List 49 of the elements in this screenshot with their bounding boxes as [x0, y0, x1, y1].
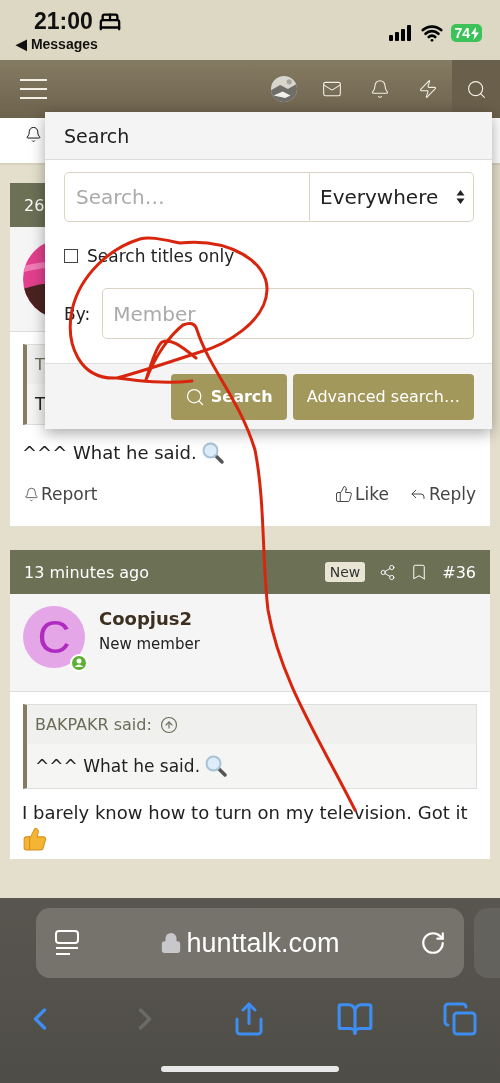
action-link[interactable]: Report: [24, 484, 98, 504]
user-title: New member: [99, 635, 200, 653]
quote-author: T: [35, 355, 45, 374]
thumbs-up-icon: [22, 826, 48, 852]
action-link[interactable]: Reply: [408, 484, 476, 504]
sort-caret-icon: [456, 189, 465, 205]
bell-icon: [24, 486, 39, 502]
post-number[interactable]: #36: [442, 562, 476, 582]
post-time: 26: [24, 195, 45, 215]
thumbs-up-icon: [335, 485, 353, 503]
charging-icon: [471, 26, 479, 40]
clock-time: 21:00: [33, 8, 93, 35]
arrow-up-icon[interactable]: [159, 715, 178, 734]
scope-select[interactable]: Everywhere: [310, 172, 474, 222]
signal-icon: [389, 25, 414, 41]
bell-icon[interactable]: [25, 126, 42, 143]
quote-text: T: [35, 394, 46, 414]
member-field[interactable]: Member: [102, 288, 474, 339]
reload-icon[interactable]: [420, 930, 446, 956]
username[interactable]: Coopjus2: [99, 608, 200, 629]
menu-icon[interactable]: [20, 79, 47, 99]
search-icon: [184, 386, 205, 407]
post-time: 13 minutes ago: [24, 562, 150, 582]
tabs-icon[interactable]: [442, 1001, 478, 1037]
back-link[interactable]: ◀ Messages: [16, 36, 121, 52]
post-text: I barely know how to turn on my television. Got it: [22, 802, 468, 823]
quote-author: BAKPAKR said:: [35, 715, 152, 734]
popup-title: Search: [45, 112, 492, 160]
bell-icon[interactable]: [370, 79, 390, 99]
lock-icon: [160, 932, 183, 954]
quote-text: ^^^ What he said.: [35, 756, 201, 776]
new-badge: New: [324, 562, 366, 582]
share-icon[interactable]: [379, 563, 397, 581]
bookmarks-icon[interactable]: [335, 1000, 374, 1038]
search-icon[interactable]: [465, 78, 487, 100]
post-text: ^^^ What he said.: [22, 441, 197, 465]
mail-icon[interactable]: [322, 79, 342, 99]
search-field[interactable]: Search…: [64, 172, 310, 222]
online-icon: [70, 654, 88, 672]
address-bar[interactable]: hunttalk.com: [36, 908, 464, 978]
magnifier-icon: [200, 440, 225, 465]
reader-icon[interactable]: [54, 929, 80, 957]
magnifier-icon: [204, 754, 229, 778]
action-link[interactable]: Like: [335, 484, 389, 504]
wifi-icon: [421, 22, 444, 44]
checkbox[interactable]: [64, 249, 78, 263]
url-text: hunttalk.com: [186, 927, 340, 959]
bolt-icon[interactable]: [418, 79, 438, 99]
battery-level: 74: [451, 24, 482, 42]
